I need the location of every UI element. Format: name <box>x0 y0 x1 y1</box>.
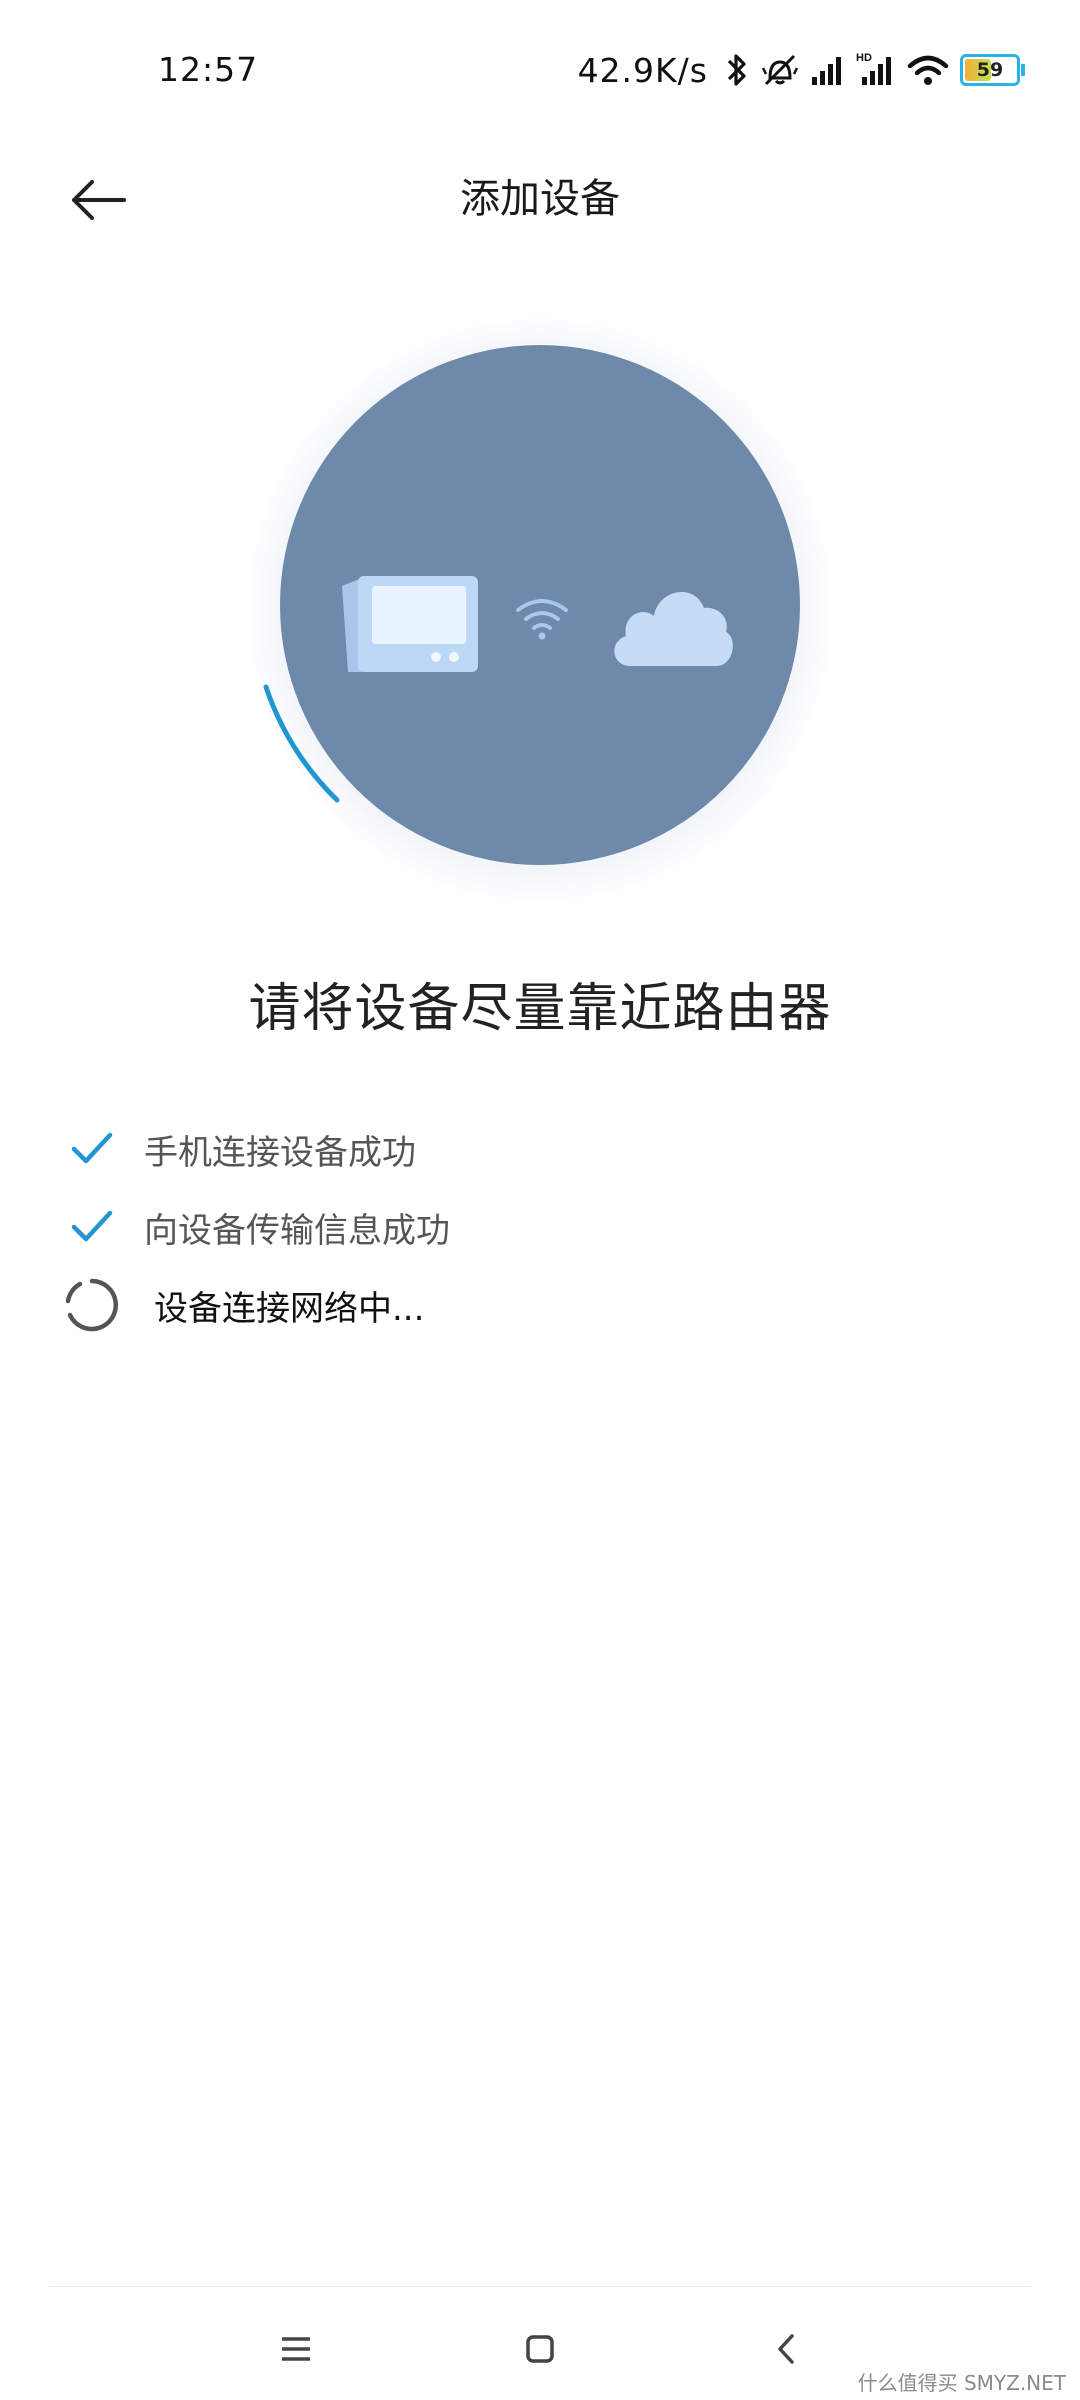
recent-apps-button[interactable] <box>261 2314 331 2384</box>
display-device-icon <box>342 576 478 672</box>
progress-steps: 手机连接设备成功 向设备传输信息成功 设备连接网络中... <box>62 1110 962 1344</box>
wifi-signal-icon <box>516 599 568 640</box>
step-phone-connected: 手机连接设备成功 <box>62 1110 962 1188</box>
step-network-connecting: 设备连接网络中... <box>62 1266 962 1344</box>
wifi-icon <box>907 55 949 85</box>
step-label: 向设备传输信息成功 <box>144 1210 450 1251</box>
signal-icon <box>812 57 841 85</box>
bluetooth-icon <box>727 54 746 86</box>
back-chevron-icon <box>778 2334 794 2364</box>
check-icon <box>62 1119 122 1179</box>
system-nav-bar: 什么值得买 SMYZ.NET <box>0 2300 1080 2400</box>
svg-text:HD: HD <box>856 52 872 64</box>
home-square-icon <box>526 2335 554 2363</box>
page-title: 添加设备 <box>460 176 620 222</box>
watermark: 什么值得买 SMYZ.NET <box>857 2371 1066 2395</box>
check-icon <box>62 1197 122 1257</box>
battery-indicator: 59 <box>960 54 1025 86</box>
system-back-button[interactable] <box>751 2314 821 2384</box>
status-icons: 42.9K/s HD 59 <box>577 48 1025 92</box>
step-label: 手机连接设备成功 <box>144 1132 416 1173</box>
net-speed: 42.9K/s <box>577 50 708 90</box>
cloud-icon <box>614 592 733 666</box>
status-bar: 12:57 42.9K/s HD 59 <box>0 0 1080 140</box>
spinner-icon <box>62 1275 122 1335</box>
status-time: 12:57 <box>158 50 259 89</box>
menu-icon <box>282 2337 310 2361</box>
hd-signal-icon: HD <box>856 52 891 85</box>
home-button[interactable] <box>505 2314 575 2384</box>
battery-level: 59 <box>976 59 1004 81</box>
step-label: 设备连接网络中... <box>154 1288 425 1329</box>
nav-divider <box>50 2286 1030 2287</box>
header: 添加设备 <box>0 140 1080 270</box>
connection-illustration <box>230 300 850 920</box>
step-info-transferred: 向设备传输信息成功 <box>62 1188 962 1266</box>
instruction-text: 请将设备尽量靠近路由器 <box>248 979 832 1039</box>
vibrate-off-icon <box>761 54 799 86</box>
